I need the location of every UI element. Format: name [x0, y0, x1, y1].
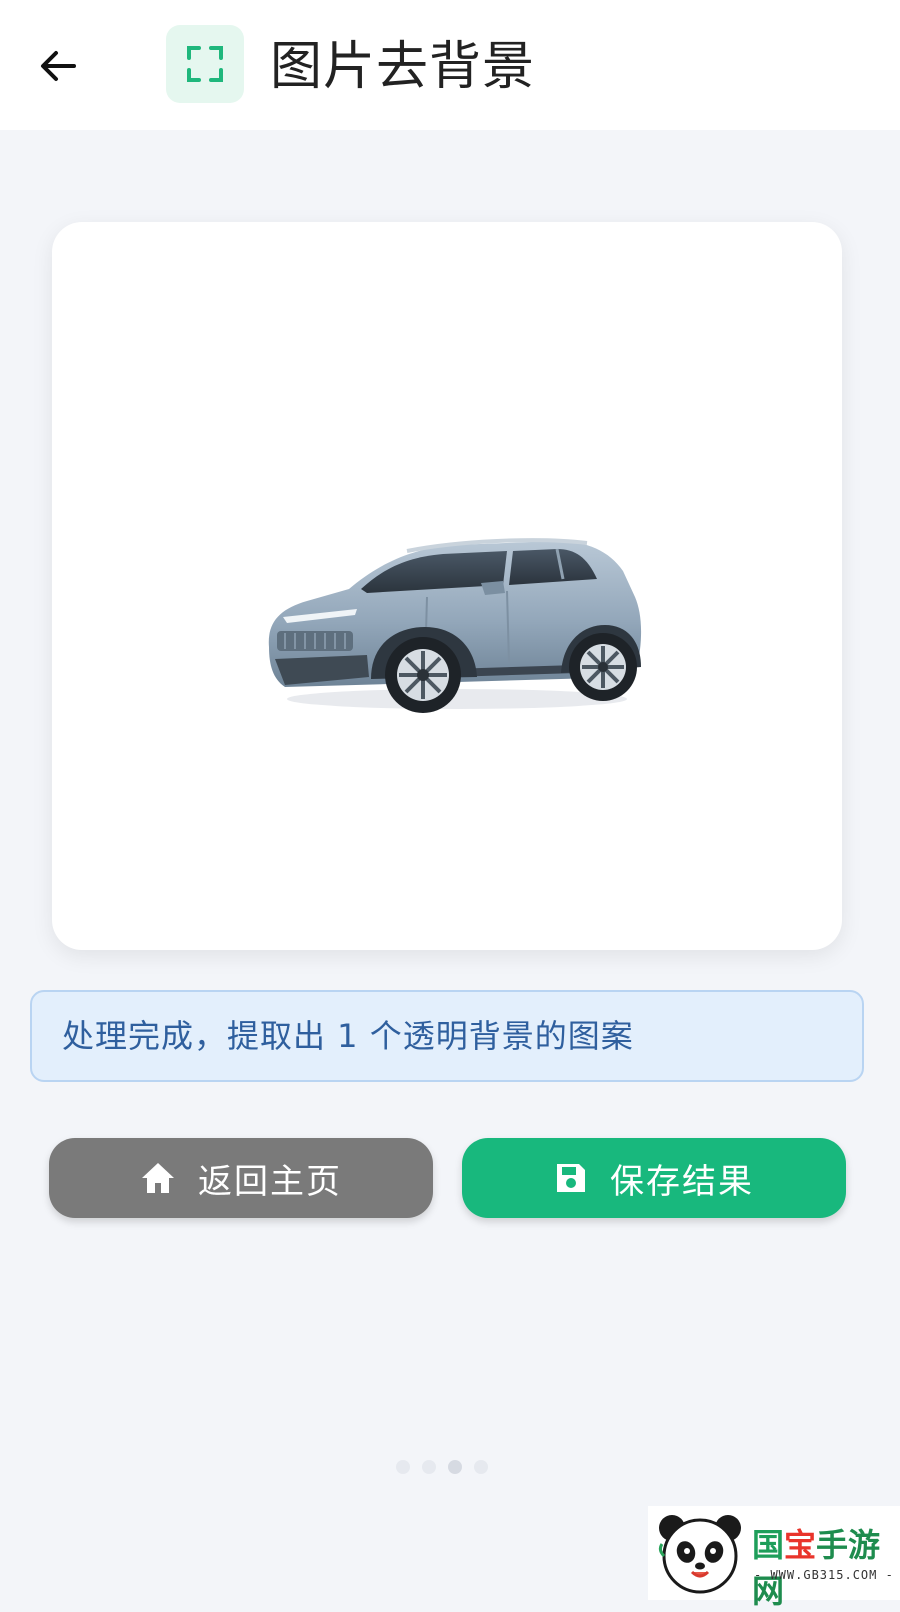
page-dot[interactable]: [474, 1460, 488, 1474]
page-indicator: [396, 1460, 488, 1474]
title-icon-box: [166, 25, 244, 103]
save-icon: [554, 1161, 588, 1195]
watermark-url: - WWW.GB315.COM -: [754, 1568, 894, 1582]
watermark-brand: 国宝手游网: [752, 1526, 881, 1610]
panda-logo-icon: [658, 1515, 741, 1594]
result-preview-card: [52, 222, 842, 950]
page-title: 图片去背景: [270, 37, 536, 97]
page-dot[interactable]: [422, 1460, 436, 1474]
front-wheel: [385, 637, 461, 713]
arrow-left-icon: [41, 51, 76, 81]
car-image: [257, 527, 647, 717]
back-to-home-label: 返回主页: [198, 1161, 342, 1202]
save-result-button[interactable]: 保存结果: [462, 1138, 846, 1218]
page-dot[interactable]: [396, 1460, 410, 1474]
page-dot-active[interactable]: [448, 1460, 462, 1474]
crop-frame-icon: [187, 46, 223, 82]
site-watermark: 国宝手游网 - WWW.GB315.COM -: [648, 1506, 900, 1610]
save-result-label: 保存结果: [610, 1161, 754, 1202]
status-message-box: 处理完成，提取出 1 个透明背景的图案: [30, 990, 864, 1082]
home-icon: [140, 1161, 176, 1195]
status-message: 处理完成，提取出 1 个透明背景的图案: [62, 1017, 634, 1055]
back-to-home-button[interactable]: 返回主页: [49, 1138, 433, 1218]
rear-wheel: [569, 633, 637, 701]
back-button[interactable]: [30, 38, 86, 94]
app-header: 图片去背景: [0, 0, 900, 130]
